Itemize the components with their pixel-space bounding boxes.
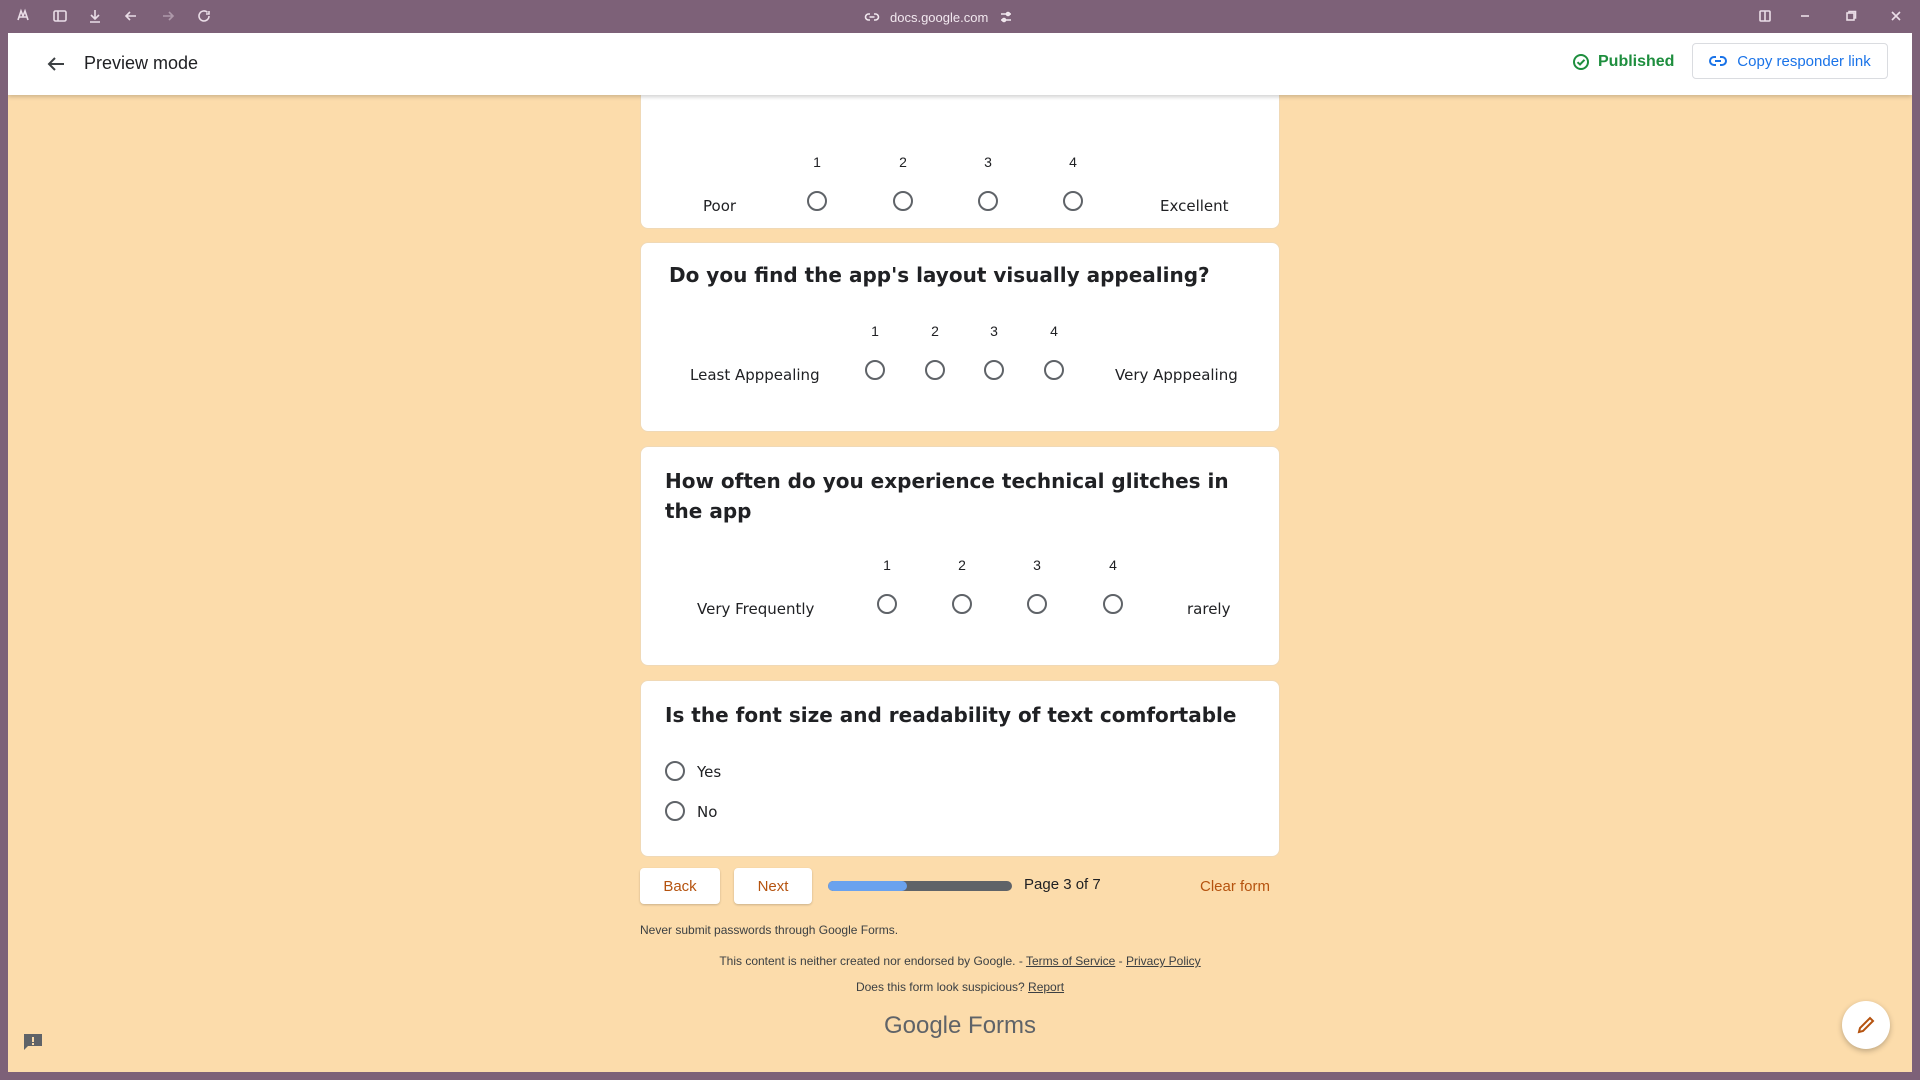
- preview-title: Preview mode: [84, 53, 199, 73]
- edit-form-button[interactable]: [1842, 1001, 1890, 1049]
- link-icon: [1709, 56, 1728, 66]
- scale-number: 1: [813, 154, 821, 170]
- page-settings-icon[interactable]: [998, 9, 1014, 25]
- scale-radio-1[interactable]: [865, 360, 885, 380]
- google-forms-logo: Google Forms: [640, 1012, 1280, 1040]
- clear-form-button[interactable]: Clear form: [1200, 878, 1270, 895]
- progress-fill: [828, 881, 908, 891]
- disclaimer-line: This content is neither created nor endo…: [640, 954, 1280, 968]
- question-card-3: How often do you experience technical gl…: [640, 446, 1280, 666]
- copy-link-label: Copy responder link: [1737, 52, 1871, 70]
- scale-radio-2[interactable]: [893, 191, 913, 211]
- scale-radio-2[interactable]: [925, 360, 945, 380]
- next-button[interactable]: Next: [734, 868, 812, 904]
- scale-number: 3: [990, 323, 998, 339]
- sidebar-icon[interactable]: [51, 7, 69, 25]
- logo-forms: Forms: [968, 1012, 1037, 1039]
- back-arrow-icon[interactable]: [43, 51, 69, 77]
- scale-number: 3: [1033, 557, 1041, 573]
- option-label-yes[interactable]: Yes: [697, 763, 721, 781]
- refresh-icon[interactable]: [195, 7, 213, 25]
- privacy-link[interactable]: Privacy Policy: [1126, 954, 1201, 968]
- check-circle-icon: [1573, 54, 1589, 70]
- question-title: Is the font size and readability of text…: [665, 703, 1237, 727]
- back-button[interactable]: Back: [640, 868, 720, 904]
- password-warning: Never submit passwords through Google Fo…: [640, 923, 899, 937]
- report-problem-icon[interactable]: [22, 1032, 44, 1052]
- page-frame: Preview mode Published Copy responder li…: [8, 33, 1912, 1072]
- scale-low-label: Poor: [703, 197, 737, 215]
- scale-number: 1: [871, 323, 879, 339]
- back-icon[interactable]: [122, 7, 140, 25]
- close-icon[interactable]: [1887, 7, 1905, 25]
- disclaimer-text: This content is neither created nor endo…: [719, 954, 1023, 968]
- scale-low-label: Very Frequently: [697, 600, 815, 618]
- scale-low-label: Least Apppealing: [690, 366, 820, 384]
- progress-bar: [828, 881, 1012, 891]
- scale-radio-4[interactable]: [1063, 191, 1083, 211]
- scale-number: 4: [1050, 323, 1058, 339]
- minimize-icon[interactable]: [1796, 7, 1814, 25]
- logo-google: Google: [883, 1012, 962, 1039]
- question-title: How often do you experience technical gl…: [665, 469, 1229, 523]
- option-label-no[interactable]: No: [697, 803, 717, 821]
- browser-toolbar: docs.google.com: [0, 0, 1920, 33]
- scale-high-label: Excellent: [1160, 197, 1229, 215]
- scale-radio-3[interactable]: [1027, 594, 1047, 614]
- scale-number: 1: [883, 557, 891, 573]
- scale-number: 4: [1069, 154, 1077, 170]
- download-icon[interactable]: [86, 7, 104, 25]
- preview-header: Preview mode Published Copy responder li…: [8, 33, 1912, 95]
- scale-number: 2: [931, 323, 939, 339]
- scale-number: 4: [1109, 557, 1117, 573]
- option-radio-no[interactable]: [665, 801, 685, 821]
- terms-link[interactable]: Terms of Service: [1026, 954, 1115, 968]
- restore-icon[interactable]: [1842, 7, 1860, 25]
- scale-radio-4[interactable]: [1103, 594, 1123, 614]
- split-screen-icon[interactable]: [1756, 7, 1774, 25]
- scale-high-label: Very Apppealing: [1115, 366, 1238, 384]
- address-bar[interactable]: docs.google.com: [864, 6, 1014, 28]
- scale-number: 2: [958, 557, 966, 573]
- question-card-4: Is the font size and readability of text…: [640, 680, 1280, 857]
- scale-radio-1[interactable]: [877, 594, 897, 614]
- footer-separator: -: [1118, 954, 1123, 968]
- scale-number: 2: [899, 154, 907, 170]
- page-indicator: Page 3 of 7: [1024, 876, 1101, 893]
- suspicious-line: Does this form look suspicious? Report: [640, 980, 1280, 994]
- published-status: Published: [1572, 53, 1674, 71]
- question-card-2: Do you find the app's layout visually ap…: [640, 242, 1280, 432]
- scale-radio-3[interactable]: [978, 191, 998, 211]
- option-radio-yes[interactable]: [665, 761, 685, 781]
- scale-radio-4[interactable]: [1044, 360, 1064, 380]
- question-card-1: 1 2 3 4 Poor Excellent: [640, 73, 1280, 229]
- suspicious-text: Does this form look suspicious?: [855, 980, 1025, 994]
- scale-radio-2[interactable]: [952, 594, 972, 614]
- pencil-icon: [1857, 1016, 1875, 1034]
- copilot-icon[interactable]: [14, 7, 32, 25]
- scale-radio-3[interactable]: [984, 360, 1004, 380]
- report-link[interactable]: Report: [1028, 980, 1064, 994]
- url-text: docs.google.com: [890, 9, 989, 25]
- scale-radio-1[interactable]: [807, 191, 827, 211]
- question-title: Do you find the app's layout visually ap…: [669, 263, 1210, 287]
- published-label: Published: [1598, 53, 1675, 70]
- copy-responder-link-button[interactable]: Copy responder link: [1692, 43, 1888, 79]
- scale-number: 3: [984, 154, 992, 170]
- site-info-icon[interactable]: [864, 9, 880, 25]
- scale-high-label: rarely: [1187, 600, 1231, 618]
- forward-icon: [159, 7, 177, 25]
